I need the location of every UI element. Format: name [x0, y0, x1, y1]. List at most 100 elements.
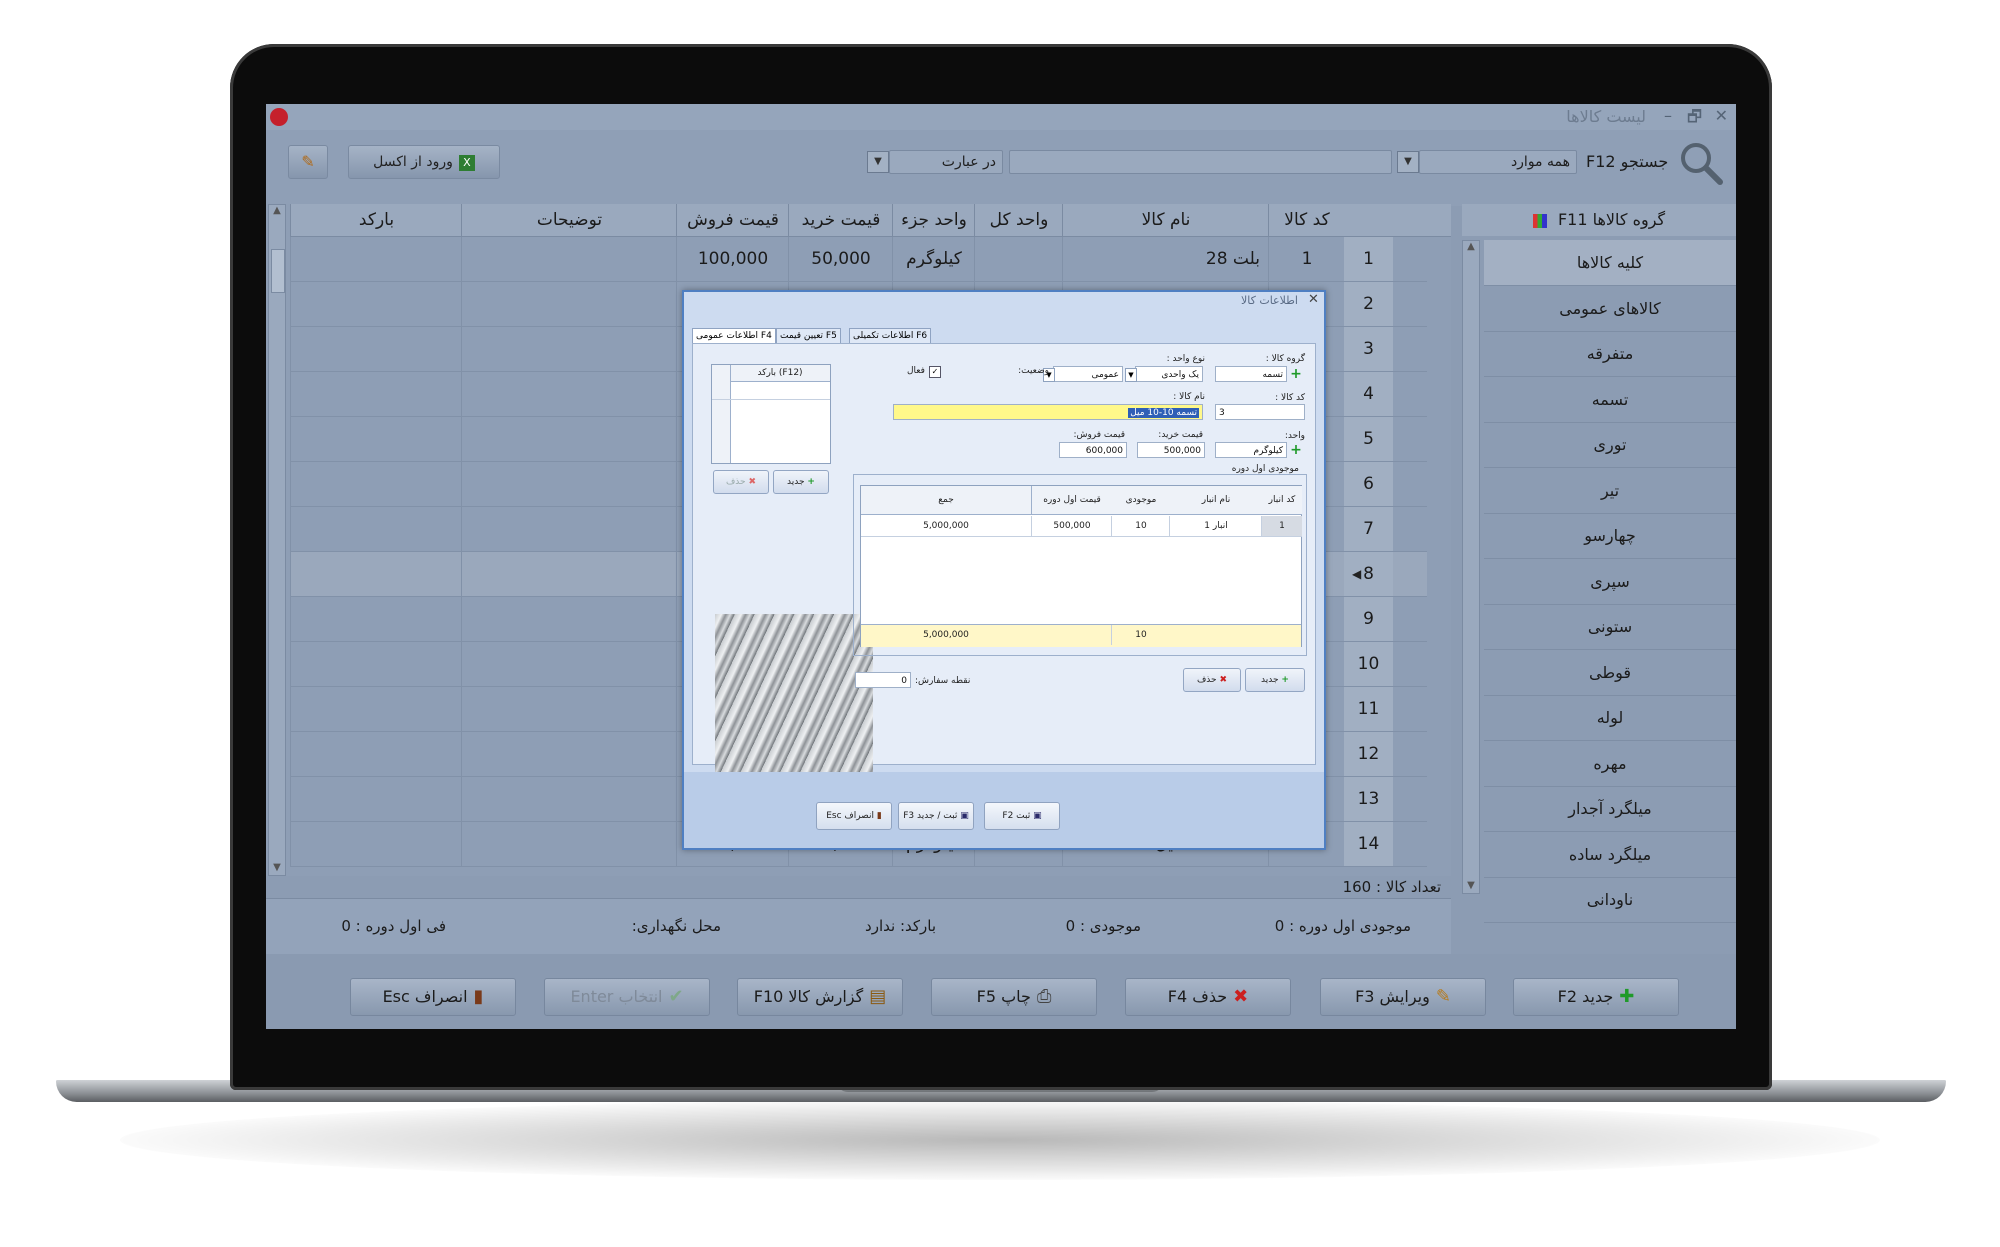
cancel-button[interactable]: ▮ انصراف Esc [350, 978, 516, 1016]
header-code[interactable]: کد کالا [1268, 204, 1345, 236]
name-field[interactable]: تسمه 10-10 میل [893, 404, 1203, 420]
cell-barcode[interactable] [290, 417, 462, 461]
cell-desc[interactable] [461, 237, 677, 281]
cell-sell[interactable]: 100,000 [676, 237, 789, 281]
scroll-thumb[interactable] [271, 249, 285, 293]
add-group-icon[interactable]: + [1289, 367, 1303, 381]
edit-button[interactable]: ✎ ویرایش F3 [1320, 978, 1486, 1016]
search-scope-select[interactable]: همه موارد [1419, 150, 1577, 174]
cell-desc[interactable] [461, 507, 677, 551]
chevron-down-icon[interactable]: ▼ [867, 151, 889, 173]
header-buy-price[interactable]: قیمت خرید [788, 204, 893, 236]
row-number[interactable]: 7 [1344, 507, 1393, 552]
scroll-up-icon[interactable]: ▲ [269, 205, 285, 216]
row-number[interactable]: 14 [1344, 822, 1393, 867]
sell-price-field[interactable]: 600,000 [1059, 442, 1127, 458]
cell-desc[interactable] [461, 777, 677, 821]
cell-buy[interactable]: 50,000 [788, 237, 893, 281]
header-barcode[interactable]: بارکد [290, 204, 462, 236]
delete-button[interactable]: ✖ حذف F4 [1125, 978, 1291, 1016]
header-unit-part[interactable]: واحد جزء [892, 204, 975, 236]
scroll-down-icon[interactable]: ▼ [1463, 880, 1479, 891]
cell-desc[interactable] [461, 822, 677, 866]
cell-desc[interactable] [461, 327, 677, 371]
stock-cell-total[interactable]: 5,000,000 [861, 516, 1031, 537]
add-unit-icon[interactable]: + [1289, 443, 1303, 457]
group-field[interactable]: تسمه [1215, 366, 1287, 382]
cell-barcode[interactable] [290, 372, 462, 416]
restore-button[interactable]: 🗗 [1687, 106, 1702, 133]
select-button[interactable]: ✔ انتخاب Enter [544, 978, 710, 1016]
header-name[interactable]: نام کالا [1062, 204, 1269, 236]
group-item[interactable]: میلگرد آجدار [1484, 786, 1736, 832]
code-field[interactable]: 3 [1215, 404, 1305, 420]
group-item[interactable]: توری [1484, 422, 1736, 468]
row-number[interactable]: 12 [1344, 732, 1393, 777]
stock-cell-price[interactable]: 500,000 [1031, 516, 1112, 537]
cell-unit-part[interactable]: کیلوگرم [892, 237, 975, 281]
group-item[interactable]: ستونی [1484, 604, 1736, 650]
row-number[interactable]: 6 [1344, 462, 1393, 507]
group-item[interactable]: متفرقه [1484, 331, 1736, 377]
cell-barcode[interactable] [290, 822, 462, 866]
status-checkbox[interactable]: ✓ [929, 366, 941, 378]
close-button[interactable]: ✕ [1715, 106, 1728, 125]
group-item[interactable]: میلگرد ساده [1484, 832, 1736, 878]
unit-field[interactable]: کیلوگرم [1215, 442, 1287, 458]
tab-general[interactable]: اطلاعات عمومی F4 [692, 328, 776, 344]
row-number[interactable]: 1 [1344, 237, 1393, 282]
reorder-field[interactable]: 0 [855, 672, 911, 688]
cell-code[interactable]: 1 [1268, 237, 1345, 281]
group-item[interactable]: لوله [1484, 695, 1736, 741]
group-item[interactable]: تسمه [1484, 377, 1736, 423]
group-item[interactable]: مهره [1484, 741, 1736, 787]
scroll-down-icon[interactable]: ▼ [269, 862, 285, 873]
new-button[interactable]: ✚ جدید F2 [1513, 978, 1679, 1016]
dialog-save-new-button[interactable]: ▣ ثبت / جدید F3 [898, 802, 974, 830]
print-button[interactable]: ⎙ چاپ F5 [931, 978, 1097, 1016]
header-unit-total[interactable]: واحد کل [974, 204, 1063, 236]
report-button[interactable]: ▤ گزارش کالا F10 [737, 978, 903, 1016]
dialog-save-button[interactable]: ▣ ثبت F2 [984, 802, 1060, 830]
cell-desc[interactable] [461, 462, 677, 506]
row-number[interactable]: 10 [1344, 642, 1393, 687]
cell-desc[interactable] [461, 417, 677, 461]
cell-desc[interactable] [461, 282, 677, 326]
groups-scrollbar[interactable]: ▲ ▼ [1462, 240, 1480, 894]
group-item[interactable]: کلیه کالاها [1484, 240, 1736, 286]
tab-pricing[interactable]: تعیین قیمت F5 [776, 328, 841, 344]
cell-name[interactable]: بلت 28 [1062, 237, 1268, 281]
row-number[interactable]: 3 [1344, 327, 1393, 372]
cell-desc[interactable] [461, 372, 677, 416]
group-item[interactable]: ناودانی [1484, 877, 1736, 923]
cell-desc[interactable] [461, 687, 677, 731]
search-input[interactable] [1009, 150, 1392, 174]
chevron-down-icon[interactable]: ▼ [1125, 368, 1137, 382]
dialog-cancel-button[interactable]: ▮ انصراف Esc [816, 802, 892, 830]
cell-desc[interactable] [461, 732, 677, 776]
tab-extra[interactable]: اطلاعات تکمیلی F6 [849, 328, 932, 344]
cell-barcode[interactable] [290, 597, 462, 641]
header-description[interactable]: توضیحات [461, 204, 677, 236]
row-number[interactable]: 2 [1344, 282, 1393, 327]
group-item[interactable]: سپری [1484, 559, 1736, 605]
group-item[interactable]: چهارسو [1484, 513, 1736, 559]
cell-barcode[interactable] [290, 552, 462, 596]
stock-cell-qty[interactable]: 10 [1111, 516, 1170, 537]
settings-brush-button[interactable]: ✎ [288, 145, 328, 179]
minimize-button[interactable]: – [1664, 106, 1672, 125]
group-item[interactable]: تیر [1484, 468, 1736, 514]
barcode-delete-button[interactable]: ✖ حذف [713, 470, 769, 494]
category-select[interactable]: عمومی [1053, 366, 1123, 382]
dialog-close-button[interactable]: ✕ [1308, 292, 1319, 307]
chevron-down-icon[interactable]: ▼ [1397, 151, 1419, 173]
cell-barcode[interactable] [290, 237, 462, 281]
row-number[interactable]: 13 [1344, 777, 1393, 822]
scroll-up-icon[interactable]: ▲ [1463, 241, 1479, 252]
cell-barcode[interactable] [290, 282, 462, 326]
row-number[interactable]: 9 [1344, 597, 1393, 642]
group-item[interactable]: کالاهای عمومی [1484, 286, 1736, 332]
cell-unit-total[interactable] [974, 237, 1063, 281]
cell-barcode[interactable] [290, 327, 462, 371]
cell-barcode[interactable] [290, 777, 462, 821]
